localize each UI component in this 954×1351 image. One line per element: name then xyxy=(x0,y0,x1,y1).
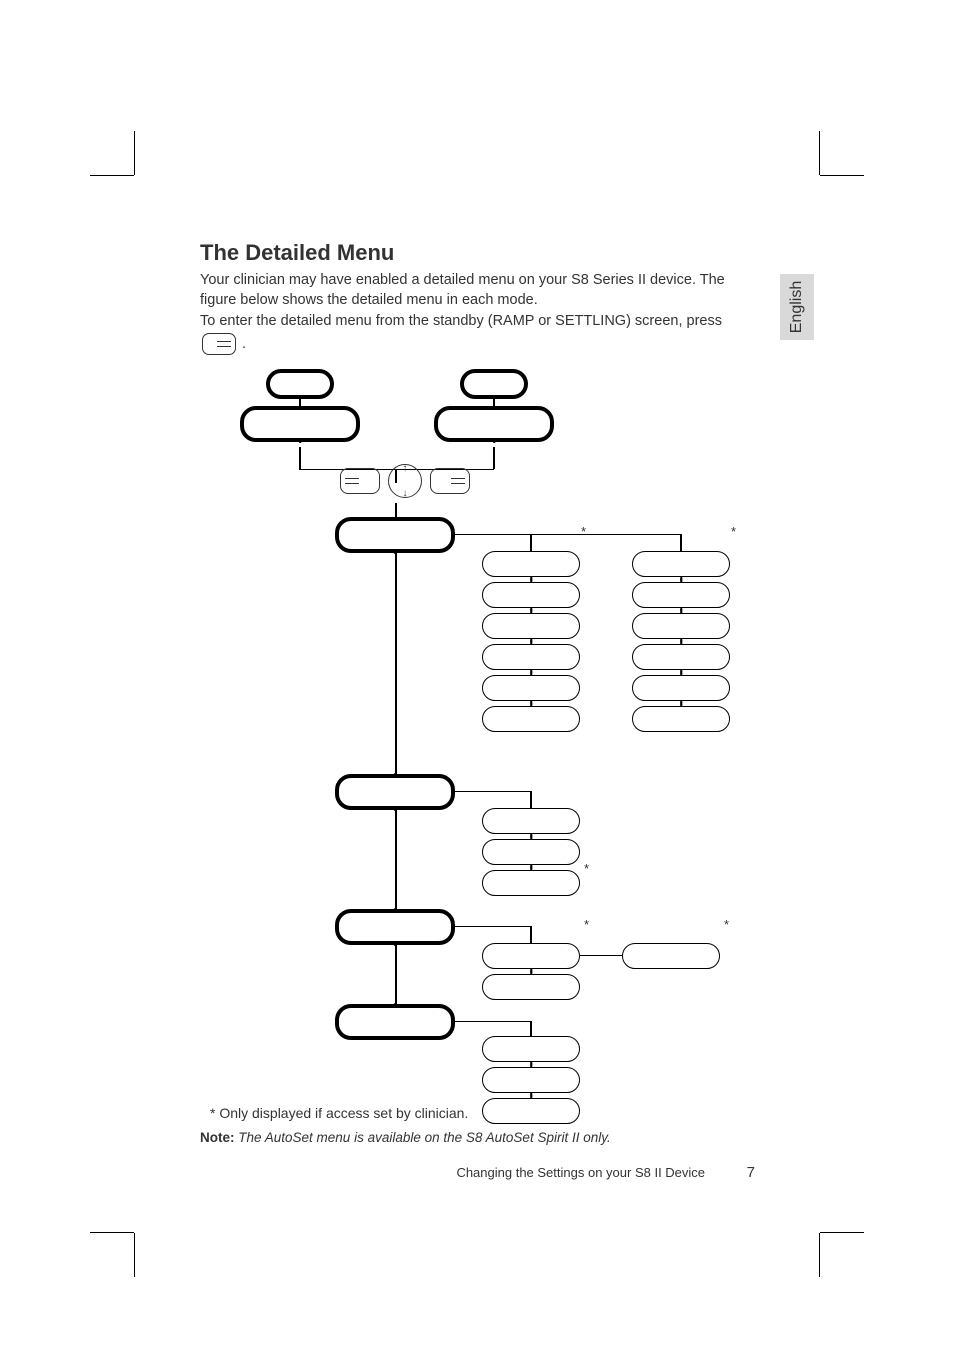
instruction-line: To enter the detailed menu from the stan… xyxy=(200,313,755,355)
connector xyxy=(299,447,301,469)
connector xyxy=(395,503,397,517)
diagram-node xyxy=(482,1036,580,1062)
menu-diagram: * * * * xyxy=(200,369,755,1099)
diagram-node xyxy=(434,406,554,442)
crop-mark xyxy=(820,1232,864,1233)
diagram-node xyxy=(632,675,730,701)
connector xyxy=(395,810,397,909)
diagram-node xyxy=(482,675,580,701)
diagram-node xyxy=(482,644,580,670)
diagram-node xyxy=(632,551,730,577)
diagram-node xyxy=(482,974,580,1000)
connector xyxy=(455,926,531,928)
diagram-node xyxy=(482,1098,580,1124)
diagram-node xyxy=(335,909,455,945)
asterisk: * xyxy=(584,861,589,876)
device-right-button-icon xyxy=(430,468,470,494)
crop-mark xyxy=(819,131,820,175)
diagram-node xyxy=(632,644,730,670)
crop-mark xyxy=(90,175,134,176)
asterisk: * xyxy=(581,524,586,539)
diagram-node xyxy=(482,706,580,732)
asterisk: * xyxy=(731,524,736,539)
section-heading: The Detailed Menu xyxy=(200,240,755,266)
diagram-node xyxy=(266,369,334,399)
right-button-icon xyxy=(202,333,236,355)
diagram-node xyxy=(482,551,580,577)
diagram-node xyxy=(482,1067,580,1093)
instruction-suffix: . xyxy=(242,336,246,352)
note-text: The AutoSet menu is available on the S8 … xyxy=(235,1130,611,1145)
device-left-button-icon xyxy=(340,468,380,494)
language-tab: English xyxy=(780,274,814,340)
connector xyxy=(455,534,680,536)
diagram-node xyxy=(335,1004,455,1040)
crop-mark xyxy=(820,175,864,176)
diagram-node xyxy=(482,839,580,865)
diagram-node xyxy=(632,582,730,608)
connector xyxy=(395,553,397,774)
diagram-node xyxy=(482,582,580,608)
note-label: Note: xyxy=(200,1130,235,1145)
page-footer: Changing the Settings on your S8 II Devi… xyxy=(200,1164,755,1181)
diagram-node xyxy=(622,943,720,969)
instruction-prefix: To enter the detailed menu from the stan… xyxy=(200,313,722,329)
note-line: Note: The AutoSet menu is available on t… xyxy=(200,1130,611,1145)
diagram-node xyxy=(335,774,455,810)
crop-mark xyxy=(134,1233,135,1277)
page-content: The Detailed Menu Your clinician may hav… xyxy=(200,240,755,1099)
connector xyxy=(680,534,682,551)
connector xyxy=(299,399,301,406)
diagram-node xyxy=(482,870,580,896)
diagram-node xyxy=(335,517,455,553)
device-dial-icon xyxy=(388,464,422,498)
connector xyxy=(530,791,532,808)
intro-paragraph: Your clinician may have enabled a detail… xyxy=(200,270,755,311)
figure-footnote: * Only displayed if access set by clinic… xyxy=(210,1105,468,1121)
crop-mark xyxy=(134,131,135,175)
language-label: English xyxy=(788,281,806,333)
connector xyxy=(455,1021,531,1023)
diagram-node xyxy=(240,406,360,442)
diagram-node xyxy=(632,613,730,639)
diagram-node xyxy=(460,369,528,399)
connector xyxy=(493,447,495,469)
asterisk: * xyxy=(584,917,589,932)
crop-mark xyxy=(819,1233,820,1277)
crop-mark xyxy=(90,1232,134,1233)
diagram-node xyxy=(482,943,580,969)
connector xyxy=(530,1021,532,1036)
footer-title: Changing the Settings on your S8 II Devi… xyxy=(456,1165,705,1180)
page-number: 7 xyxy=(747,1164,755,1181)
diagram-node xyxy=(482,613,580,639)
diagram-node xyxy=(632,706,730,732)
connector xyxy=(455,791,531,793)
connector xyxy=(530,534,532,551)
connector xyxy=(395,945,397,1004)
device-controls-icon xyxy=(340,459,470,503)
connector xyxy=(530,926,532,943)
diagram-node xyxy=(482,808,580,834)
connector xyxy=(493,399,495,406)
connector xyxy=(580,955,622,957)
asterisk: * xyxy=(724,917,729,932)
